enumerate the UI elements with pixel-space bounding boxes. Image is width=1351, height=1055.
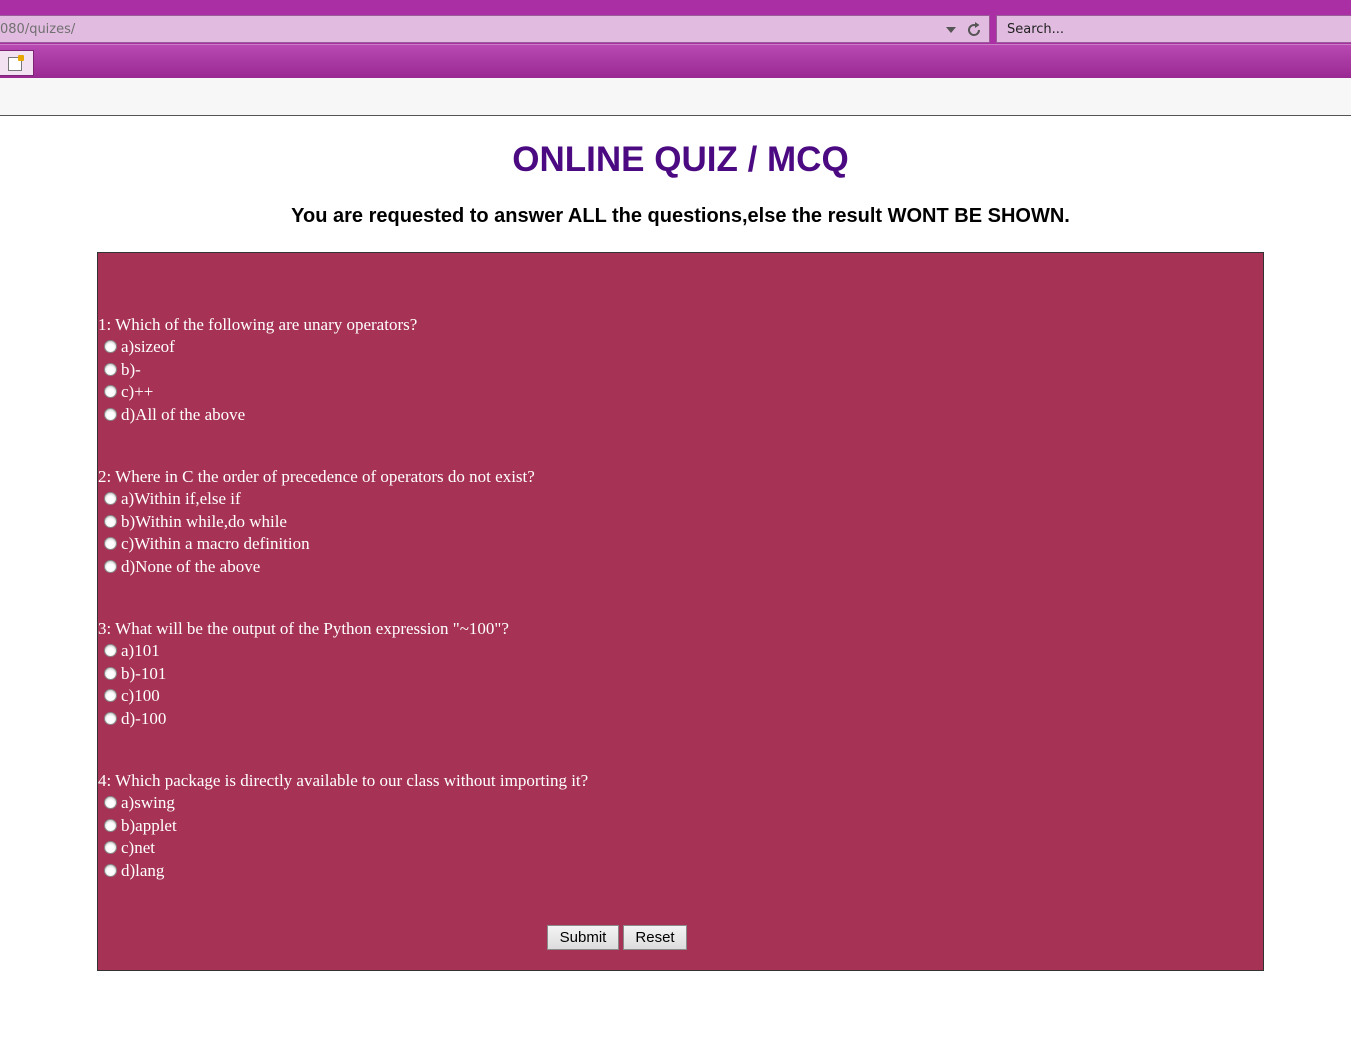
radio-button[interactable] xyxy=(104,711,117,725)
option-label: c)net xyxy=(121,838,155,858)
radio-button[interactable] xyxy=(104,514,117,528)
radio-button[interactable] xyxy=(104,492,117,505)
option-label: d)lang xyxy=(121,860,165,880)
radio-button[interactable] xyxy=(104,863,117,877)
option-2b[interactable]: b)Within while,do while xyxy=(98,511,798,534)
search-placeholder: Search... xyxy=(1007,22,1065,37)
reload-icon[interactable] xyxy=(964,20,984,40)
option-label: d)None of the above xyxy=(121,556,261,576)
question-text: 1: Which of the following are unary oper… xyxy=(98,315,418,334)
option-label: d)All of the above xyxy=(121,404,246,424)
question-text: 2: Where in C the order of precedence of… xyxy=(98,467,535,486)
option-label: a)swing xyxy=(121,793,175,812)
option-4b[interactable]: b)applet xyxy=(98,815,798,838)
option-label: b)applet xyxy=(121,815,177,835)
reset-button[interactable]: Reset xyxy=(623,925,687,950)
dropdown-arrow-icon[interactable] xyxy=(946,27,956,33)
option-3b[interactable]: b)-101 xyxy=(98,663,798,686)
radio-button[interactable] xyxy=(104,537,117,551)
tab-bar xyxy=(0,44,1351,78)
option-2a[interactable]: a)Within if,else if xyxy=(98,488,798,511)
browser-titlebar xyxy=(0,0,1351,14)
option-4d[interactable]: d)lang xyxy=(98,860,798,883)
page-title: ONLINE QUIZ / MCQ xyxy=(512,140,849,179)
radio-button[interactable] xyxy=(104,340,117,353)
option-1b[interactable]: b)- xyxy=(98,359,798,382)
browser-toolbar xyxy=(0,78,1351,116)
page-subtitle: You are requested to answer ALL the ques… xyxy=(291,205,1070,227)
question-4: 4: Which package is directly available t… xyxy=(98,770,798,882)
option-label: a)sizeof xyxy=(121,337,175,356)
question-3: 3: What will be the output of the Python… xyxy=(98,618,798,730)
question-1: 1: Which of the following are unary oper… xyxy=(98,314,798,426)
option-3c[interactable]: c)100 xyxy=(98,685,798,708)
quiz-form: 1: Which of the following are unary oper… xyxy=(97,252,1264,971)
question-text: 4: Which package is directly available t… xyxy=(98,771,589,790)
option-label: a)101 xyxy=(121,641,160,660)
radio-button[interactable] xyxy=(104,689,117,703)
option-2d[interactable]: d)None of the above xyxy=(98,556,798,579)
radio-button[interactable] xyxy=(104,818,117,832)
option-label: b)-101 xyxy=(121,663,167,683)
browser-navbar: 080/quizes/ Search... xyxy=(0,14,1351,44)
radio-button[interactable] xyxy=(104,407,117,421)
question-2: 2: Where in C the order of precedence of… xyxy=(98,466,798,578)
option-2c[interactable]: c)Within a macro definition xyxy=(98,533,798,556)
submit-button[interactable]: Submit xyxy=(547,925,619,950)
new-tab-icon xyxy=(8,55,24,71)
option-3a[interactable]: a)101 xyxy=(98,640,798,663)
option-3d[interactable]: d)-100 xyxy=(98,708,798,731)
radio-button[interactable] xyxy=(104,644,117,657)
option-label: d)-100 xyxy=(121,708,167,728)
radio-button[interactable] xyxy=(104,362,117,376)
radio-button[interactable] xyxy=(104,559,117,573)
new-tab-button[interactable] xyxy=(0,50,34,76)
address-url: 080/quizes/ xyxy=(0,22,76,37)
option-label: c)100 xyxy=(121,686,160,706)
option-1d[interactable]: d)All of the above xyxy=(98,404,798,427)
radio-button[interactable] xyxy=(104,666,117,680)
radio-button[interactable] xyxy=(104,796,117,809)
option-4c[interactable]: c)net xyxy=(98,837,798,860)
option-1c[interactable]: c)++ xyxy=(98,381,798,404)
option-1a[interactable]: a)sizeof xyxy=(98,336,798,359)
radio-button[interactable] xyxy=(104,385,117,399)
option-label: c)++ xyxy=(121,382,154,402)
question-text: 3: What will be the output of the Python… xyxy=(98,619,509,638)
option-4a[interactable]: a)swing xyxy=(98,792,798,815)
address-bar[interactable]: 080/quizes/ xyxy=(0,15,990,43)
option-label: b)Within while,do while xyxy=(121,511,287,531)
option-label: b)- xyxy=(121,359,141,379)
option-label: a)Within if,else if xyxy=(121,489,241,508)
option-label: c)Within a macro definition xyxy=(121,534,310,554)
radio-button[interactable] xyxy=(104,841,117,855)
search-bar[interactable]: Search... xyxy=(996,15,1351,43)
